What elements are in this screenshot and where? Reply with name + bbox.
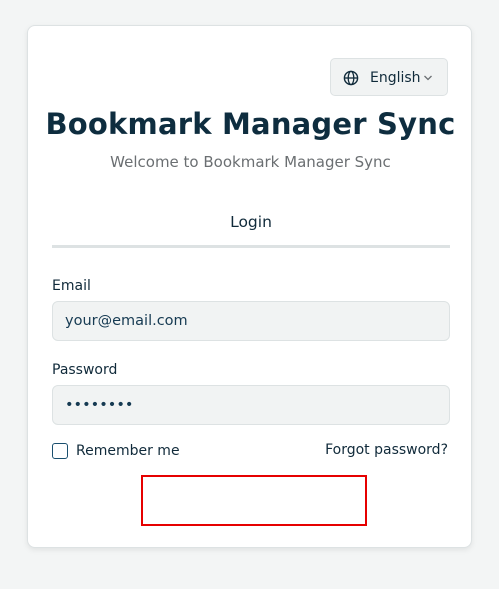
remember-me-label: Remember me — [76, 443, 180, 459]
password-label: Password — [52, 362, 118, 378]
page-subtitle: Welcome to Bookmark Manager Sync — [110, 153, 391, 171]
globe-icon — [343, 70, 359, 86]
login-card: English Bookmark Manager Sync Welcome to… — [27, 25, 472, 548]
remember-me-row[interactable]: Remember me — [52, 441, 180, 461]
language-selector-label: English — [370, 70, 421, 86]
tab-underline — [52, 245, 450, 248]
forgot-password-link[interactable]: Forgot password? — [325, 441, 448, 459]
tab-login[interactable]: Login — [52, 210, 450, 248]
highlight-box — [141, 475, 367, 526]
password-field[interactable] — [52, 385, 450, 425]
page-title: Bookmark Manager Sync — [45, 107, 456, 141]
email-field[interactable] — [52, 301, 450, 341]
remember-me-checkbox[interactable] — [52, 443, 68, 459]
chevron-down-icon — [424, 75, 432, 81]
language-selector-button[interactable]: English — [330, 58, 448, 96]
email-label: Email — [52, 278, 91, 294]
